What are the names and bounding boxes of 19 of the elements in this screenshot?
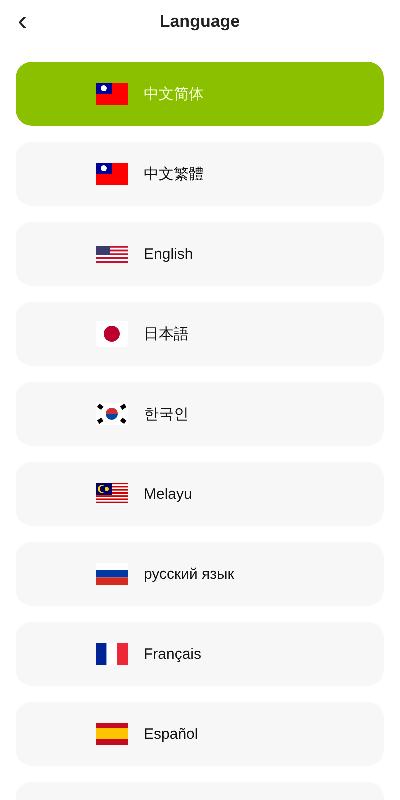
language-option[interactable]: 中文繁體 [16, 142, 384, 206]
language-option[interactable]: Français [16, 622, 384, 686]
language-option[interactable]: 日本語 [16, 302, 384, 366]
language-option[interactable]: русский язык [16, 542, 384, 606]
flag-icon [96, 163, 128, 185]
flag-icon [96, 723, 128, 745]
language-option[interactable]: Español [16, 702, 384, 766]
flag-icon [96, 563, 128, 585]
flag-icon [96, 643, 128, 665]
back-button[interactable]: ‹ [14, 6, 32, 36]
flag-icon [96, 83, 128, 105]
flag-icon [96, 403, 128, 425]
flag-icon [96, 483, 128, 505]
flag-icon [96, 321, 128, 347]
language-option[interactable]: 한국인 [16, 382, 384, 446]
language-option[interactable]: Melayu [16, 462, 384, 526]
page-title: Language [160, 12, 240, 32]
flag-icon [96, 246, 128, 262]
language-option[interactable]: English [16, 222, 384, 286]
